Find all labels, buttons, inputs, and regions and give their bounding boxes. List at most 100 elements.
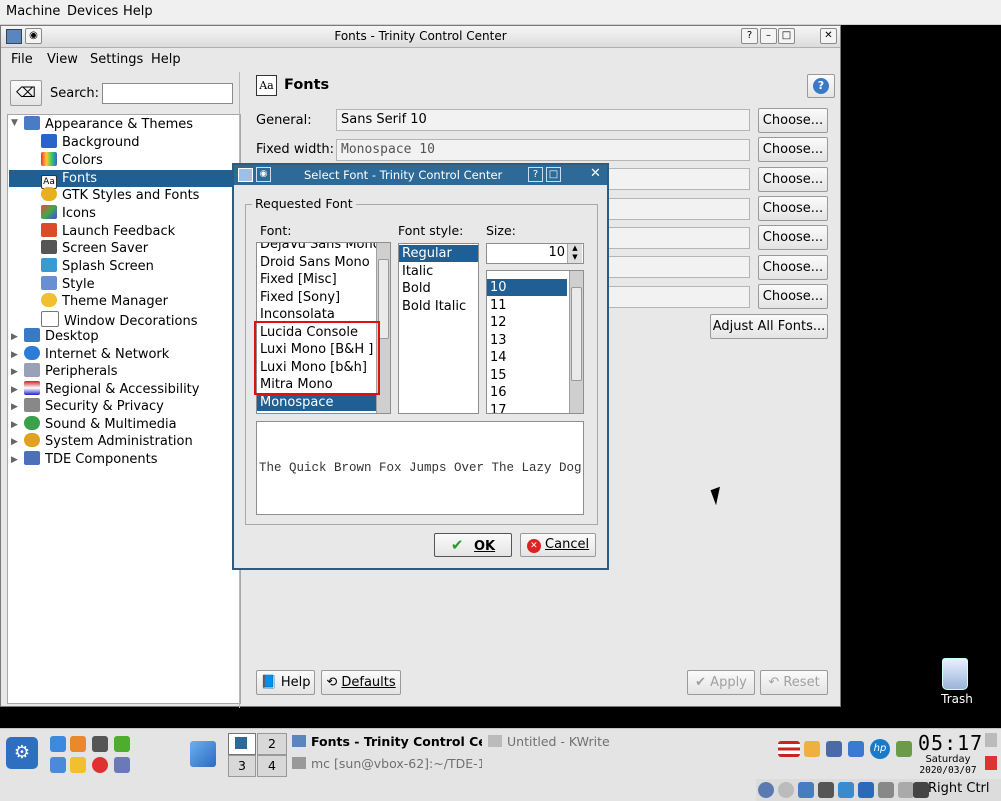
size-list-scrollbar[interactable] xyxy=(569,271,583,413)
size-item[interactable]: 12 xyxy=(490,314,507,331)
recording-icon[interactable] xyxy=(878,782,894,798)
tde-menu-icon[interactable]: ⚙ xyxy=(6,737,38,769)
task-terminal[interactable]: mc [sun@vbox-62]:~/TDE-14 xyxy=(292,756,482,774)
expand-icon[interactable]: ▶ xyxy=(11,455,18,465)
choose-button-7[interactable]: Choose... xyxy=(758,284,828,309)
size-item[interactable]: 13 xyxy=(490,332,507,349)
style-item[interactable]: Italic xyxy=(402,263,433,280)
minimize-button[interactable]: – xyxy=(760,28,777,44)
expand-icon[interactable]: ▶ xyxy=(11,420,18,430)
desktop-pager-3[interactable]: 3 xyxy=(228,755,256,777)
close-button[interactable]: ✕ xyxy=(820,28,837,44)
menu-file[interactable]: File xyxy=(11,52,33,67)
size-list[interactable]: 9 10 11 12 13 14 15 16 17 xyxy=(486,270,584,414)
terminal-icon[interactable] xyxy=(92,736,108,752)
tree-item-regional[interactable]: Regional & Accessibility xyxy=(24,381,199,398)
font-item[interactable]: DejaVu Sans Mono xyxy=(260,243,381,253)
task-kwrite[interactable]: Untitled - KWrite xyxy=(488,734,628,752)
choose-button-6[interactable]: Choose... xyxy=(758,255,828,280)
launcher-icon-8[interactable] xyxy=(114,757,130,773)
menu-view[interactable]: View xyxy=(47,52,78,67)
help-page-button[interactable]: ? xyxy=(807,74,835,98)
help-title-button[interactable]: ? xyxy=(741,28,758,44)
tree-item-splash-screen[interactable]: Splash Screen xyxy=(41,258,154,275)
choose-button-3[interactable]: Choose... xyxy=(758,167,828,192)
scroll-thumb[interactable] xyxy=(571,287,582,381)
size-item[interactable]: 9 xyxy=(490,271,498,276)
tree-item-gtk-styles[interactable]: GTK Styles and Fonts xyxy=(41,187,199,204)
display-icon[interactable] xyxy=(858,782,874,798)
lock-screen-icon[interactable] xyxy=(985,733,997,747)
tree-item-tde-components[interactable]: TDE Components xyxy=(24,451,158,468)
size-item-selected[interactable]: 10 xyxy=(487,279,567,296)
font-preview-box[interactable]: The Quick Brown Fox Jumps Over The Lazy … xyxy=(256,421,584,515)
ok-button[interactable]: ✔ OK xyxy=(434,533,512,557)
tree-item-window-decorations[interactable]: Window Decorations xyxy=(41,311,198,329)
desktop-pager-2[interactable]: 2 xyxy=(257,733,287,755)
size-spinbox[interactable]: 10 ▲ ▼ xyxy=(486,243,584,264)
tree-item-icons[interactable]: Icons xyxy=(41,205,96,222)
hp-icon[interactable]: hp xyxy=(870,739,890,759)
tray-icon-6[interactable] xyxy=(896,741,912,757)
menu-settings[interactable]: Settings xyxy=(90,52,143,67)
spin-arrows-icon[interactable]: ▲ ▼ xyxy=(567,244,582,263)
expand-icon[interactable]: ▶ xyxy=(11,385,18,395)
choose-button-general[interactable]: Choose... xyxy=(758,108,828,133)
style-item[interactable]: Bold Italic xyxy=(402,298,466,315)
clear-search-button[interactable]: ⌫ xyxy=(10,80,42,106)
clock-time[interactable]: 05:17 xyxy=(918,731,982,755)
launcher-icon-5[interactable] xyxy=(50,757,66,773)
size-item[interactable]: 15 xyxy=(490,367,507,384)
tree-item-security[interactable]: Security & Privacy xyxy=(24,398,164,415)
adjust-all-fonts-button[interactable]: Adjust All Fonts... xyxy=(710,314,828,339)
keyboard-layout-flag-icon[interactable] xyxy=(778,741,800,757)
expand-icon[interactable]: ▶ xyxy=(11,367,18,377)
optical-drive-icon[interactable] xyxy=(778,782,794,798)
style-item[interactable]: Bold xyxy=(402,280,431,297)
vbox-menu-machine[interactable]: Machine xyxy=(6,4,60,19)
dialog-menu-icon[interactable]: ◉ xyxy=(256,167,271,182)
style-item-selected[interactable]: Regular xyxy=(399,245,478,262)
tree-item-desktop[interactable]: Desktop xyxy=(24,328,99,345)
size-item[interactable]: 17 xyxy=(490,402,507,413)
maximize-button[interactable]: □ xyxy=(778,28,795,44)
tree-item-screen-saver[interactable]: Screen Saver xyxy=(41,240,148,257)
klipper-icon[interactable] xyxy=(804,741,820,757)
tree-item-system-admin[interactable]: System Administration xyxy=(24,433,193,450)
home-icon[interactable] xyxy=(70,736,86,752)
tree-item-style[interactable]: Style xyxy=(41,276,95,293)
font-item[interactable]: Droid Sans Mono xyxy=(260,254,370,271)
dialog-close-button[interactable]: ✕ xyxy=(589,167,602,180)
menu-help[interactable]: Help xyxy=(151,52,181,67)
usb-icon[interactable] xyxy=(818,782,834,798)
dialog-maximize-button[interactable]: □ xyxy=(546,167,561,182)
launcher-icon-6[interactable] xyxy=(70,757,86,773)
font-item[interactable]: Fixed [Misc] xyxy=(260,271,337,288)
expand-icon[interactable]: ▶ xyxy=(11,332,18,342)
expand-icon[interactable]: ▶ xyxy=(11,437,18,447)
dialog-help-button[interactable]: ? xyxy=(528,167,543,182)
collapse-icon[interactable]: ▼ xyxy=(11,118,18,128)
defaults-button[interactable]: ⟲ Defaults xyxy=(321,670,401,695)
cpu-icon[interactable] xyxy=(898,782,914,798)
shared-folders-icon[interactable] xyxy=(838,782,854,798)
tree-item-fonts[interactable]: Aa Fonts xyxy=(9,170,239,189)
font-item[interactable]: Fixed [Sony] xyxy=(260,289,340,306)
search-input[interactable] xyxy=(102,83,233,104)
size-item[interactable]: 11 xyxy=(490,297,507,314)
hdd-icon[interactable] xyxy=(758,782,774,798)
vbox-menu-devices[interactable]: Devices xyxy=(67,4,118,19)
task-control-center[interactable]: Fonts - Trinity Control Cente xyxy=(292,734,482,752)
font-style-list[interactable]: Regular Italic Bold Bold Italic xyxy=(398,243,479,414)
cancel-button[interactable]: ✕ Cancel xyxy=(520,533,596,557)
font-item-selected[interactable]: Monospace xyxy=(257,394,376,411)
choose-button-fixed[interactable]: Choose... xyxy=(758,137,828,162)
desktop-pager-4[interactable]: 4 xyxy=(257,755,287,777)
tree-item-colors[interactable]: Colors xyxy=(41,152,103,169)
choose-button-5[interactable]: Choose... xyxy=(758,225,828,250)
vbox-menu-help[interactable]: Help xyxy=(123,4,153,19)
network-icon[interactable] xyxy=(848,741,864,757)
trash-icon[interactable] xyxy=(942,658,968,690)
tree-item-peripherals[interactable]: Peripherals xyxy=(24,363,118,380)
expand-icon[interactable]: ▶ xyxy=(11,350,18,360)
